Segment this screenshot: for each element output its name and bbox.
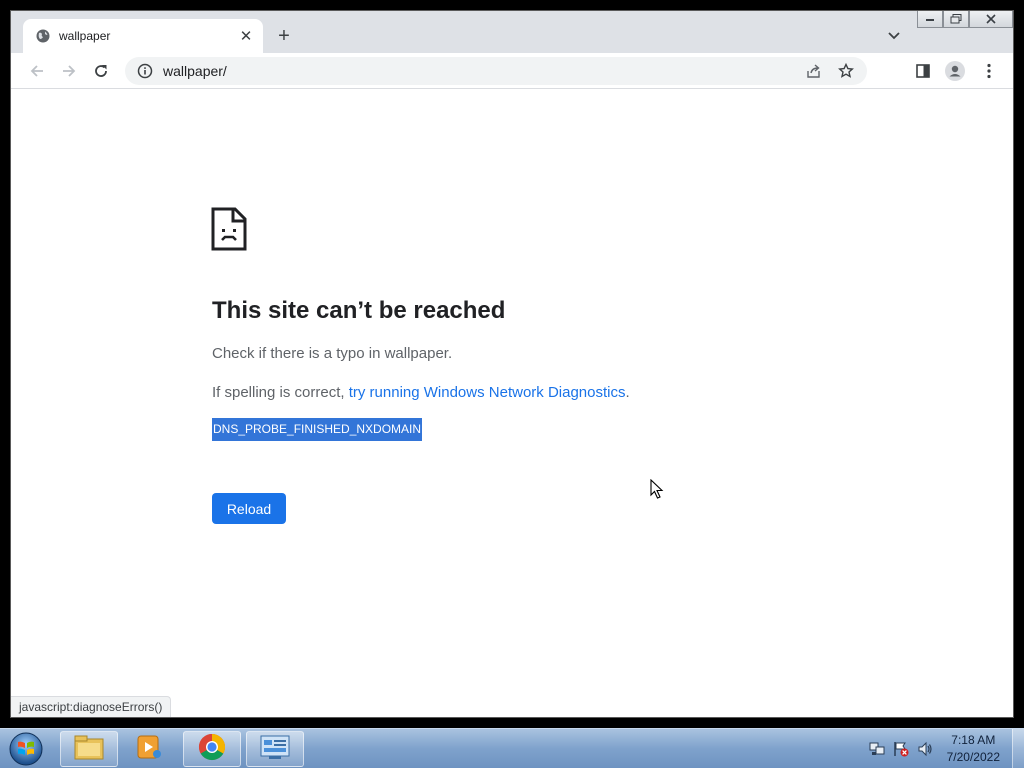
profile-icon[interactable] <box>943 59 967 83</box>
network-icon[interactable] <box>868 740 886 758</box>
close-window-icon[interactable] <box>969 11 1013 28</box>
arrow-left-icon[interactable] <box>25 59 49 83</box>
volume-icon[interactable] <box>916 740 934 758</box>
arrow-right-icon[interactable] <box>57 59 81 83</box>
tab-strip: wallpaper ✕ + <box>11 11 1013 53</box>
error-code: DNS_PROBE_FINISHED_NXDOMAIN <box>212 418 423 441</box>
chevron-down-icon[interactable] <box>885 27 903 45</box>
browser-toolbar: wallpaper/ <box>11 53 1013 89</box>
clock-time: 7:18 AM <box>951 733 996 747</box>
chrome-button[interactable] <box>183 731 241 767</box>
minimize-icon[interactable] <box>917 11 943 28</box>
system-tray: 7:18 AM 7/20/2022 <box>865 729 1024 768</box>
sad-document-icon <box>211 207 247 256</box>
diagnostics-hint: If spelling is correct, try running Wind… <box>212 384 630 401</box>
control-panel-icon <box>259 733 291 766</box>
chrome-icon <box>197 732 227 767</box>
side-panel-icon[interactable] <box>911 59 935 83</box>
mouse-cursor-icon <box>650 478 664 504</box>
clock[interactable]: 7:18 AM 7/20/2022 <box>947 732 1000 766</box>
action-center-flag-icon[interactable] <box>892 740 910 758</box>
diagnostics-link[interactable]: try running Windows Network Diagnostics <box>349 384 626 401</box>
status-bar: javascript:diagnoseErrors() <box>11 696 172 717</box>
url-text[interactable]: wallpaper/ <box>163 63 227 79</box>
taskbar: 7:18 AM 7/20/2022 <box>0 728 1024 768</box>
share-icon[interactable] <box>805 62 823 80</box>
diagnostics-suffix: . <box>625 384 630 401</box>
file-explorer-icon <box>73 733 105 766</box>
window-controls <box>917 11 1013 28</box>
close-icon[interactable]: ✕ <box>237 27 255 45</box>
star-icon[interactable] <box>837 62 855 80</box>
error-page: This site can’t be reached Check if ther… <box>11 90 1013 717</box>
kebab-menu-icon[interactable] <box>977 59 1001 83</box>
error-title: This site can’t be reached <box>212 297 506 324</box>
tab-wallpaper[interactable]: wallpaper ✕ <box>23 19 263 53</box>
address-bar[interactable]: wallpaper/ <box>125 57 867 85</box>
info-icon[interactable] <box>137 63 153 79</box>
media-player-icon <box>135 733 163 766</box>
reload-button[interactable]: Reload <box>212 493 286 524</box>
new-tab-button[interactable]: + <box>273 25 295 47</box>
control-panel-button[interactable] <box>246 731 304 767</box>
restore-icon[interactable] <box>943 11 969 28</box>
clock-date: 7/20/2022 <box>946 750 1000 764</box>
file-explorer-button[interactable] <box>60 731 118 767</box>
typo-hint: Check if there is a typo in wallpaper. <box>212 345 453 362</box>
browser-window: wallpaper ✕ + wallpaper/ This site can’t… <box>10 10 1014 718</box>
globe-icon <box>35 28 51 44</box>
media-player-button[interactable] <box>120 731 178 767</box>
start-button[interactable] <box>4 730 48 768</box>
tab-title: wallpaper <box>59 29 111 43</box>
diagnostics-prefix: If spelling is correct, <box>212 384 349 401</box>
reload-icon[interactable] <box>89 59 113 83</box>
show-desktop-button[interactable] <box>1012 729 1024 768</box>
